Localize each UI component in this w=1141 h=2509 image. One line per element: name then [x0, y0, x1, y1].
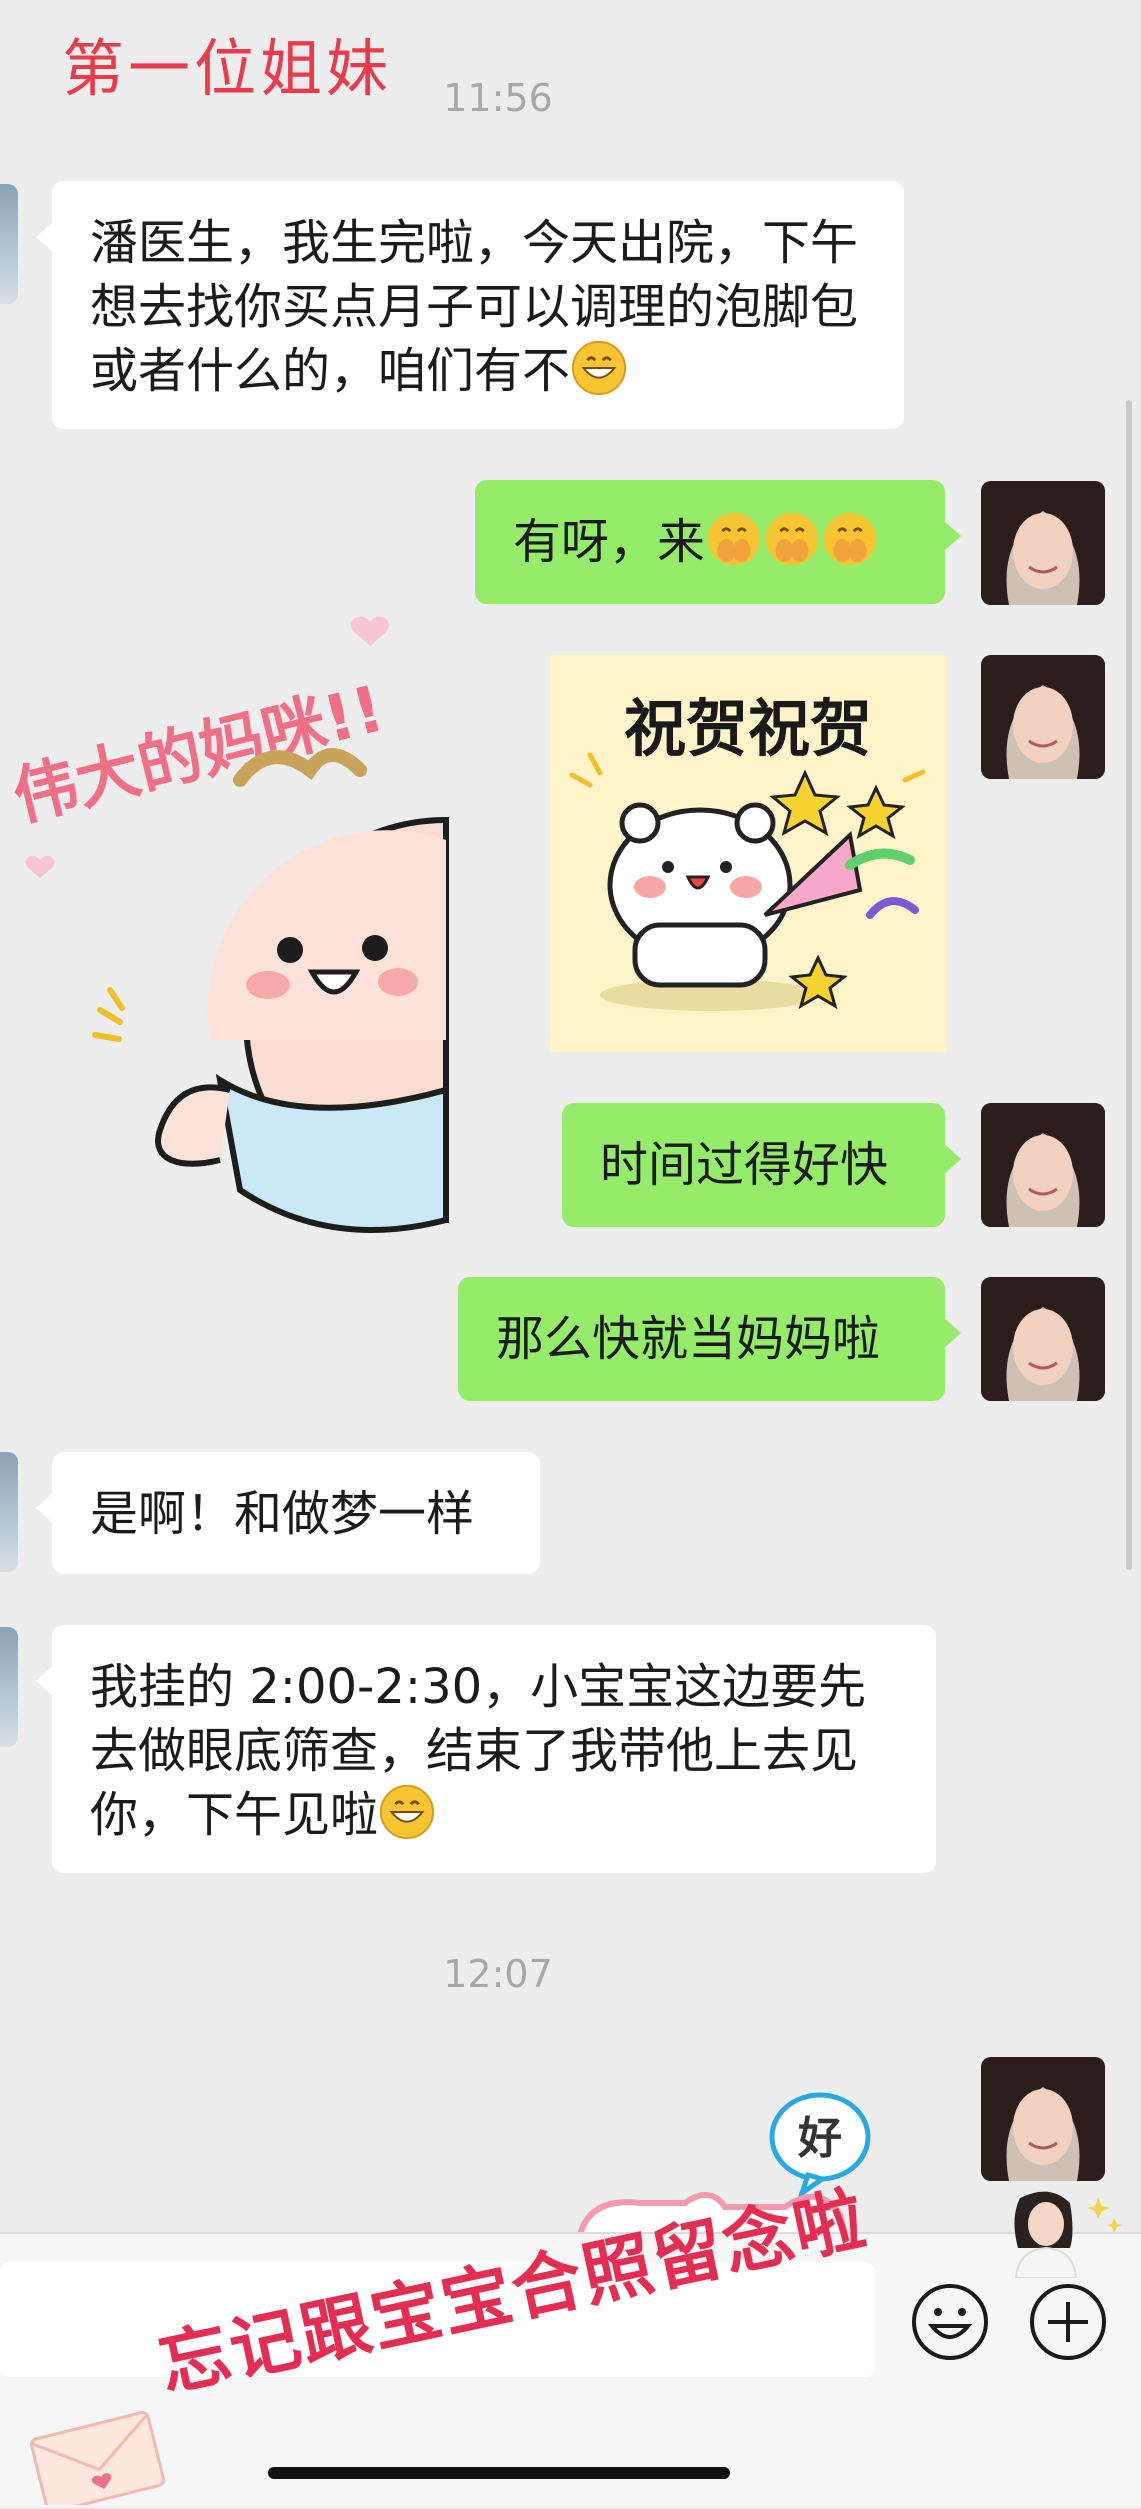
avatar[interactable]	[981, 1103, 1105, 1227]
envelope-icon	[20, 2400, 170, 2509]
avatar[interactable]	[0, 1627, 18, 1747]
avatar[interactable]	[981, 1277, 1105, 1401]
message-bubble-received[interactable]: 潘医生，我生完啦，今天出院，下午想去找你买点月子可以调理的泡脚包或者什么的，咱们…	[36, 181, 904, 429]
avatar[interactable]	[0, 184, 18, 304]
message-bubble-sent[interactable]: 时间过得好快	[562, 1103, 961, 1227]
grin-emoji-icon	[379, 1784, 435, 1840]
message-bubble-received[interactable]: 是啊！和做梦一样	[36, 1452, 540, 1574]
sticker-congrats[interactable]: 祝贺祝贺	[550, 655, 947, 1052]
woman-portrait-icon	[981, 1277, 1105, 1401]
smiley-face-icon	[912, 2284, 988, 2360]
more-button[interactable]	[1028, 2282, 1108, 2362]
overlay-title: 第一位姐妹	[62, 32, 393, 105]
message-bubble-sent[interactable]: 有呀，来	[475, 480, 961, 604]
sticker-text: 祝贺祝贺	[624, 692, 872, 765]
woman-portrait-icon	[981, 1103, 1105, 1227]
message-text: 时间过得好快	[600, 1137, 889, 1193]
avatar[interactable]	[981, 481, 1105, 605]
avatar[interactable]	[981, 655, 1105, 779]
woman-portrait-icon	[981, 481, 1105, 605]
hand-over-mouth-emoji-icon	[707, 512, 761, 566]
grin-emoji-icon	[571, 340, 627, 396]
home-indicator[interactable]	[268, 2467, 730, 2479]
message-text: 潘医生，我生完啦，今天出院，下午想去找你买点月子可以调理的泡脚包或者什么的，咱们…	[90, 215, 859, 399]
woman-portrait-icon	[981, 655, 1105, 779]
emoji-button[interactable]	[910, 2282, 990, 2362]
avatar[interactable]	[0, 1452, 18, 1572]
hand-over-mouth-emoji-icon	[765, 512, 819, 566]
timestamp: 11:56	[443, 76, 553, 120]
hand-over-mouth-emoji-icon	[823, 512, 877, 566]
sticker-text: 好	[797, 2113, 842, 2164]
scrollbar[interactable]	[1126, 400, 1132, 1570]
message-bubble-sent[interactable]: 那么快就当妈妈啦	[458, 1277, 961, 1401]
message-text: 有呀，来	[513, 514, 706, 570]
message-bubble-received[interactable]: 我挂的 2:00-2:30，小宝宝这边要先去做眼底筛查，结束了我带他上去见你，下…	[36, 1625, 936, 1873]
avatar[interactable]	[981, 2057, 1105, 2181]
plus-circle-icon	[1030, 2284, 1106, 2360]
timestamp: 12:07	[443, 1952, 553, 1996]
sticker-great-mommy: 伟大的妈咪!!	[0, 610, 450, 1240]
message-text: 我挂的 2:00-2:30，小宝宝这边要先去做眼底筛查，结束了我带他上去见你，下…	[90, 1659, 867, 1843]
woman-portrait-icon	[981, 2057, 1105, 2181]
message-text: 那么快就当妈妈啦	[496, 1311, 881, 1367]
doctor-emoji-icon	[1010, 2188, 1130, 2279]
message-text: 是啊！和做梦一样	[90, 1486, 475, 1542]
